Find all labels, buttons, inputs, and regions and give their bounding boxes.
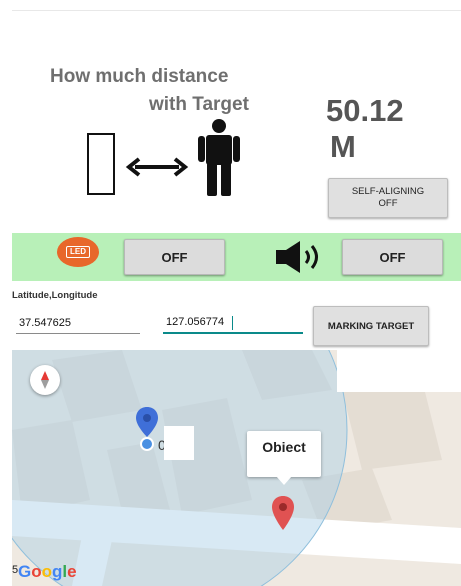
lat-lng-label: Latitude,Longitude bbox=[12, 290, 98, 301]
door-icon bbox=[87, 133, 115, 195]
self-aligning-state: OFF bbox=[378, 198, 398, 209]
led-icon: LED bbox=[57, 237, 99, 267]
google-logo-letter: g bbox=[52, 562, 63, 581]
google-logo: Google bbox=[18, 562, 77, 582]
longitude-input[interactable] bbox=[163, 312, 303, 334]
object-label: Obiect bbox=[262, 439, 306, 455]
distance-value: 50.12 bbox=[326, 93, 404, 128]
latitude-input[interactable] bbox=[16, 312, 140, 334]
control-bar: LED OFF OFF bbox=[12, 233, 461, 281]
self-aligning-button[interactable]: SELF-ALIGNING OFF bbox=[328, 178, 448, 218]
object-info-window[interactable]: Obiect bbox=[247, 431, 321, 477]
map-view[interactable]: 0 Obiect 5 Google bbox=[12, 350, 461, 586]
user-location-pin-icon bbox=[136, 407, 158, 451]
led-toggle-button[interactable]: OFF bbox=[124, 239, 225, 275]
speaker-icon bbox=[276, 241, 318, 273]
map-overlay-blank bbox=[337, 350, 461, 392]
compass-icon[interactable] bbox=[30, 365, 60, 395]
marking-target-button[interactable]: MARKING TARGET bbox=[313, 306, 429, 346]
double-arrow-icon bbox=[125, 157, 189, 177]
label-overlay-blank bbox=[164, 426, 194, 460]
info-window-tail bbox=[276, 476, 292, 485]
distance-title-line2: with Target bbox=[149, 94, 249, 115]
google-logo-letter: o bbox=[31, 562, 42, 581]
led-badge-text: LED bbox=[66, 246, 90, 258]
distance-unit: M bbox=[330, 129, 356, 164]
person-icon bbox=[198, 119, 240, 196]
object-pin-icon[interactable] bbox=[270, 494, 296, 532]
text-cursor bbox=[232, 316, 233, 330]
sound-toggle-button[interactable]: OFF bbox=[342, 239, 443, 275]
distance-title-line1: How much distance bbox=[50, 66, 229, 87]
google-logo-letter: o bbox=[41, 562, 53, 581]
google-logo-letter: G bbox=[18, 562, 32, 581]
distance-panel: How much distance with Target 50.12 M SE… bbox=[12, 10, 461, 232]
google-logo-letter: e bbox=[67, 562, 77, 581]
self-aligning-label: SELF-ALIGNING bbox=[351, 186, 425, 197]
